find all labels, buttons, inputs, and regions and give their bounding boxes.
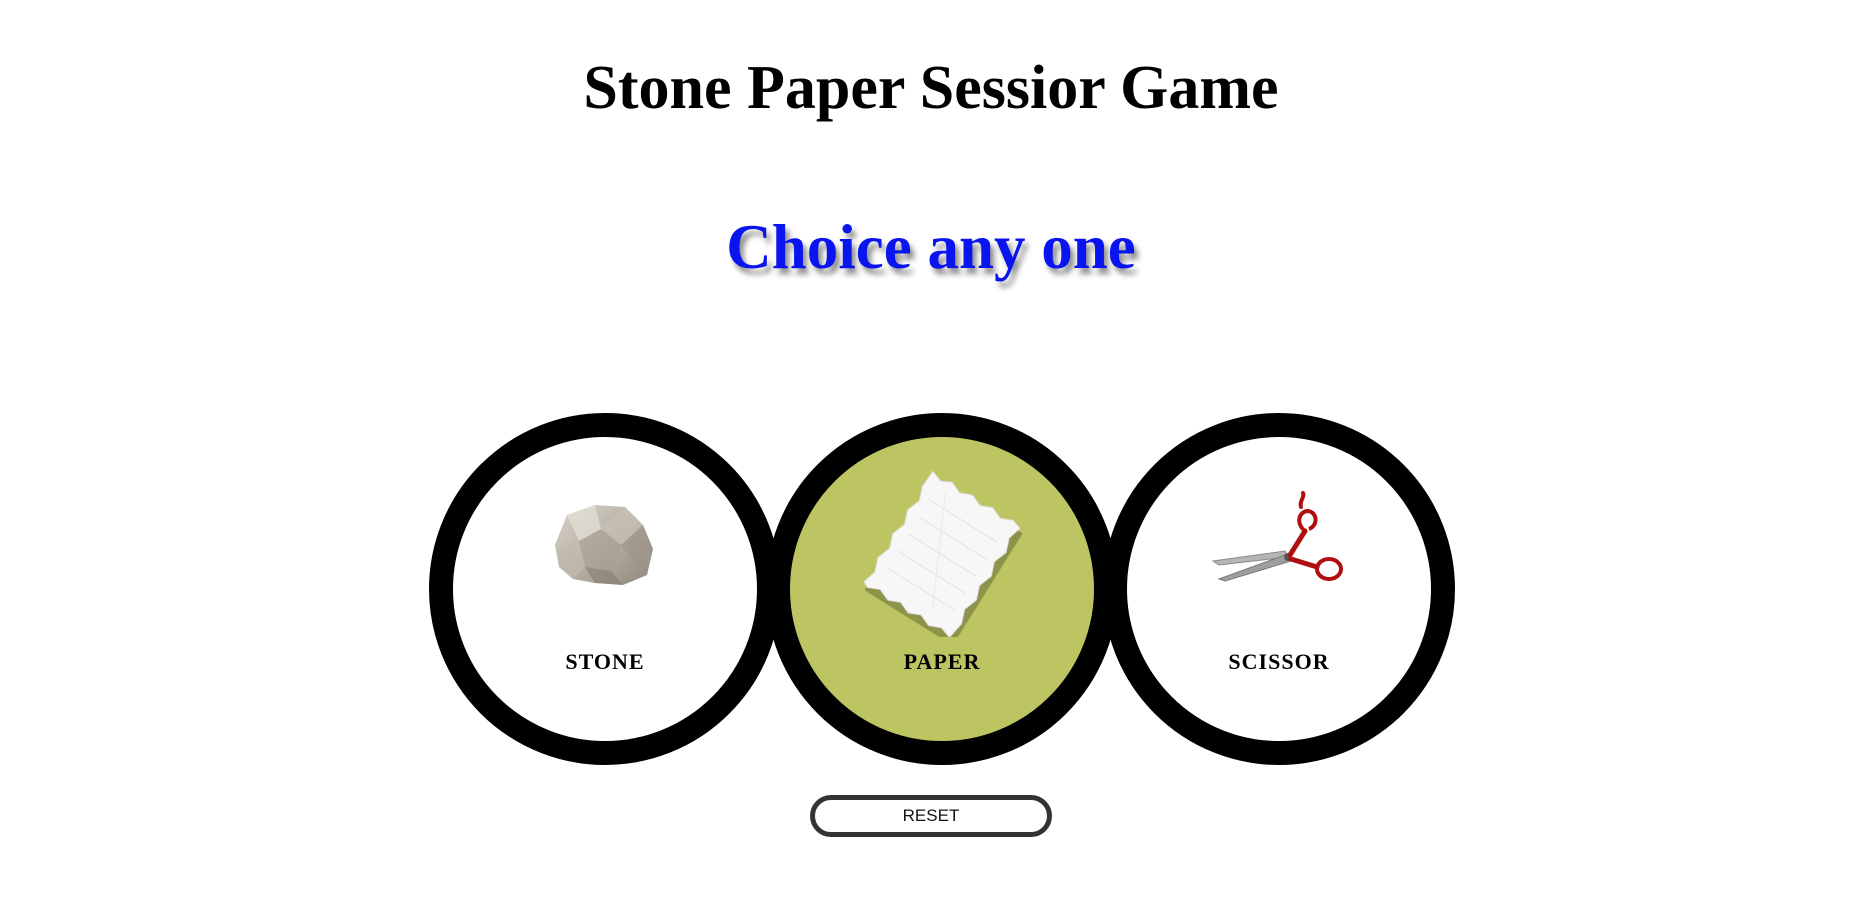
paper-choice-button[interactable]: PAPER — [766, 413, 1118, 765]
stone-icon — [453, 467, 757, 627]
paper-icon — [790, 467, 1094, 637]
scissor-label: SCISSOR — [1228, 649, 1330, 674]
scissor-icon — [1127, 467, 1431, 627]
page-title: Stone Paper Sessior Game — [583, 54, 1279, 122]
paper-label: PAPER — [903, 649, 981, 674]
reset-container: RESET — [0, 795, 1862, 837]
status-message: Choice any one — [726, 212, 1136, 282]
game-page: Stone Paper Sessior Game Choice any one — [0, 0, 1862, 906]
reset-button[interactable]: RESET — [810, 795, 1052, 837]
stone-label: STONE — [565, 649, 645, 674]
stone-choice-button[interactable]: STONE — [429, 413, 781, 765]
scissor-choice-button[interactable]: SCISSOR — [1103, 413, 1455, 765]
